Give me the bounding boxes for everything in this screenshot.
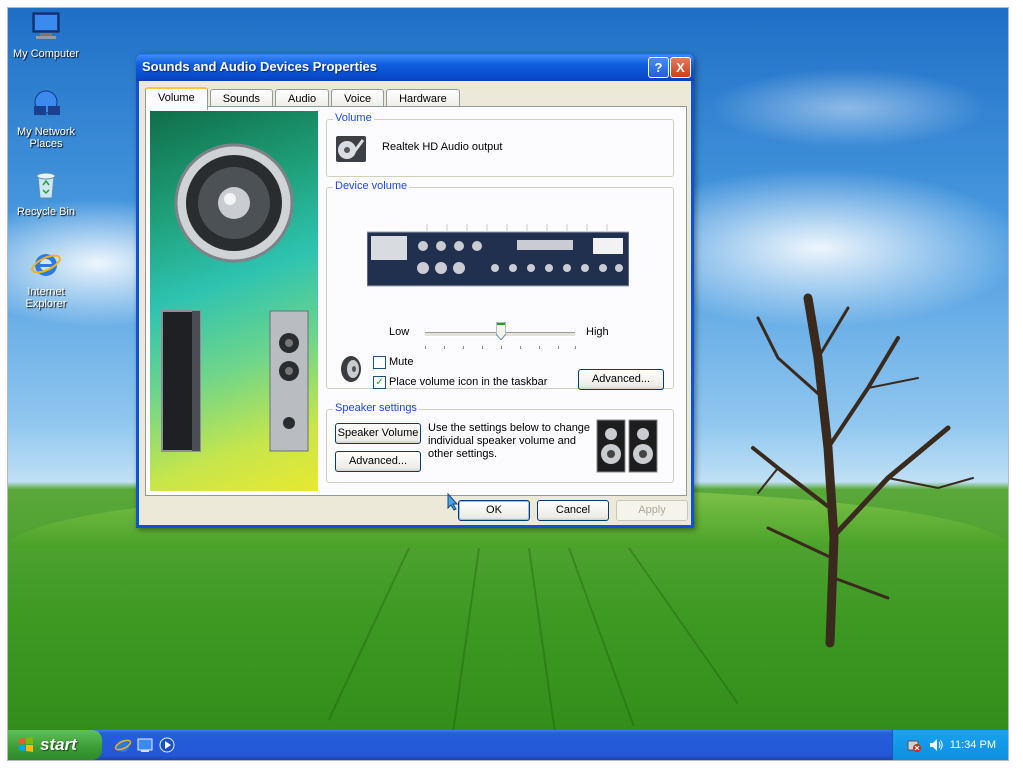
- desktop-icon-my-computer[interactable]: My Computer: [8, 10, 86, 60]
- speaker-advanced-button[interactable]: Advanced...: [335, 451, 421, 472]
- desktop-icon-internet-explorer[interactable]: Internet Explorer: [8, 248, 86, 310]
- speaker-art-panel: [150, 111, 318, 491]
- slider-tick: [444, 346, 445, 349]
- device-advanced-button[interactable]: Advanced...: [578, 369, 664, 390]
- audio-device-icon: [336, 136, 366, 162]
- desktop: My Computer My Network Places Recycle Bi…: [8, 8, 1008, 760]
- field-line: [451, 547, 480, 737]
- slider-tick: [558, 346, 559, 349]
- speaker-volume-button[interactable]: Speaker Volume: [335, 423, 421, 444]
- field-line: [528, 547, 557, 737]
- slider-tick: [539, 346, 540, 349]
- slider-tick: [482, 346, 483, 349]
- speakers-pair-icon: [596, 419, 658, 473]
- slider-tick: [425, 346, 426, 349]
- taskbar: start 11:34 PM: [8, 730, 1008, 760]
- desktop-icon-label: My Computer: [12, 48, 80, 60]
- sounds-dialog: Sounds and Audio Devices Properties ? X …: [136, 53, 694, 528]
- taskbar-icon-checkbox[interactable]: ✓: [373, 376, 386, 389]
- apply-button[interactable]: Apply: [616, 500, 688, 521]
- network-icon: [34, 90, 60, 115]
- desktop-icon-recycle-bin[interactable]: Recycle Bin: [8, 168, 86, 218]
- safely-remove-hardware-icon[interactable]: [906, 737, 922, 753]
- cancel-button[interactable]: Cancel: [537, 500, 609, 521]
- desktop-icon-label: My Network Places: [16, 126, 76, 150]
- tab-strip: Volume Sounds Audio Voice Hardware: [145, 87, 462, 110]
- field-line: [568, 547, 635, 727]
- slider-tick: [575, 346, 576, 349]
- speakers-illustration: [161, 143, 309, 452]
- mute-checkbox[interactable]: [373, 356, 386, 369]
- close-button[interactable]: X: [670, 57, 691, 78]
- computer-icon: [32, 12, 60, 39]
- slider-tick: [501, 346, 502, 349]
- help-button[interactable]: ?: [648, 57, 669, 78]
- slider-high-label: High: [586, 326, 609, 338]
- mute-label: Mute: [389, 356, 414, 368]
- slider-tick: [463, 346, 464, 349]
- dialog-title: Sounds and Audio Devices Properties: [142, 59, 378, 74]
- mouse-cursor-icon: [447, 493, 459, 511]
- start-button[interactable]: start: [8, 730, 102, 760]
- device-volume-label: Device volume: [333, 180, 410, 192]
- internet-explorer-icon: [31, 254, 61, 276]
- tree-image: [751, 293, 974, 648]
- taskbar-icon-label: Place volume icon in the taskbar: [389, 376, 548, 388]
- desktop-icon-my-network-places[interactable]: My Network Places: [8, 88, 86, 150]
- device-name: Realtek HD Audio output: [382, 141, 503, 153]
- ok-button[interactable]: OK: [458, 500, 530, 521]
- start-label: start: [40, 735, 77, 754]
- mixer-image: [367, 224, 629, 287]
- cloud: [708, 68, 988, 148]
- windows-logo-icon: [19, 737, 33, 752]
- volume-slider-thumb[interactable]: [496, 322, 506, 340]
- clock[interactable]: 11:34 PM: [950, 739, 996, 751]
- volume-tab-pane: Volume Realtek HD Audio output Device vo…: [145, 106, 687, 496]
- dialog-client: Volume Sounds Audio Voice Hardware Volum…: [139, 81, 691, 525]
- speaker-icon: [341, 356, 361, 382]
- speaker-description-line: individual speaker volume and: [428, 435, 576, 447]
- system-tray: 11:34 PM: [892, 730, 1008, 760]
- field-line: [327, 547, 410, 721]
- volume-group-label: Volume: [333, 112, 374, 124]
- device-volume-group: Device volume Low High Mute ✓ Place volu…: [326, 180, 674, 390]
- dialog-titlebar[interactable]: Sounds and Audio Devices Properties ? X: [136, 53, 694, 81]
- slider-tick: [520, 346, 521, 349]
- speaker-settings-group: Speaker settings Speaker Volume Advanced…: [326, 402, 674, 483]
- quick-launch-show-desktop-icon[interactable]: [136, 736, 154, 754]
- field-line: [628, 547, 739, 705]
- quick-launch-internet-explorer-icon[interactable]: [114, 736, 132, 754]
- recycle-bin-icon: [36, 172, 56, 199]
- speaker-description-line: other settings.: [428, 448, 498, 460]
- volume-group: Volume Realtek HD Audio output: [326, 112, 674, 177]
- speaker-settings-label: Speaker settings: [333, 402, 419, 414]
- speaker-description-line: Use the settings below to change: [428, 422, 591, 434]
- volume-tray-icon[interactable]: [928, 737, 944, 753]
- desktop-icon-label: Recycle Bin: [16, 206, 76, 218]
- desktop-icon-label: Internet Explorer: [25, 286, 67, 310]
- quick-launch-media-player-icon[interactable]: [158, 736, 176, 754]
- tab-volume[interactable]: Volume: [145, 87, 208, 110]
- slider-low-label: Low: [389, 326, 410, 338]
